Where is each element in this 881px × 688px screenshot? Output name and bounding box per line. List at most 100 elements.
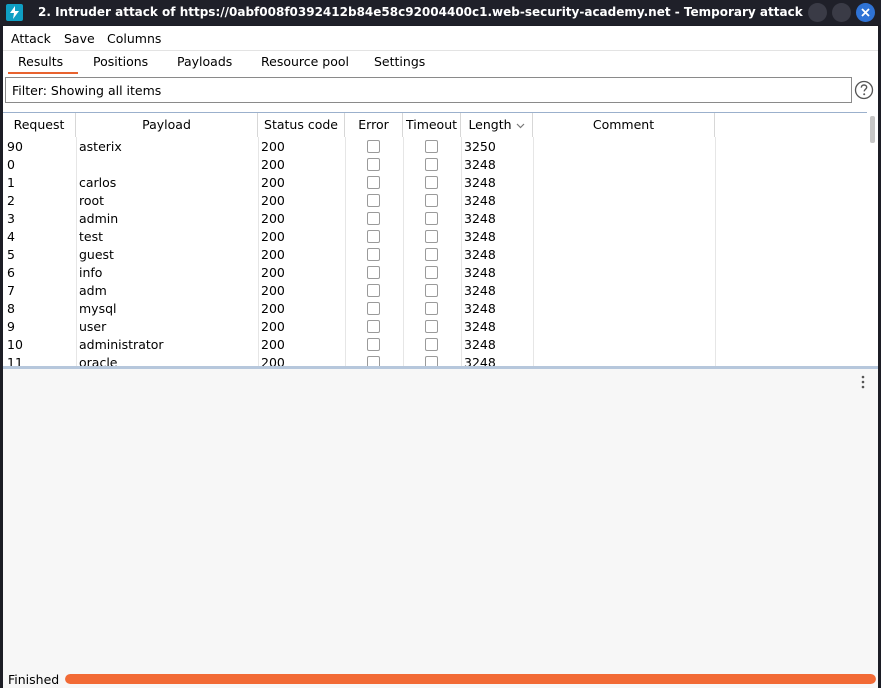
error-checkbox (367, 284, 380, 297)
cell-request: 11 (7, 355, 23, 366)
menu-attack[interactable]: Attack (11, 31, 51, 46)
cell-length: 3248 (464, 175, 496, 190)
cell-payload: test (79, 229, 104, 244)
error-checkbox (367, 176, 380, 189)
column-header-error[interactable]: Error (345, 113, 403, 137)
table-row[interactable]: 4 test 200 3248 (3, 227, 867, 245)
active-tab-indicator (8, 72, 78, 74)
cell-payload: adm (79, 283, 107, 298)
column-header-length[interactable]: Length (461, 113, 533, 137)
cell-payload: administrator (79, 337, 164, 352)
menu-columns[interactable]: Columns (107, 31, 161, 46)
cell-length: 3248 (464, 157, 496, 172)
close-button[interactable] (856, 3, 875, 22)
cell-length: 3248 (464, 247, 496, 262)
filter-label: Filter: Showing all items (12, 83, 162, 98)
timeout-checkbox (425, 194, 438, 207)
table-row[interactable]: 5 guest 200 3248 (3, 245, 867, 263)
table-row[interactable]: 1 carlos 200 3248 (3, 173, 867, 191)
column-header-comment[interactable]: Comment (533, 113, 715, 137)
cell-status-code: 200 (261, 337, 285, 352)
cell-length: 3248 (464, 355, 496, 366)
column-header-status-code[interactable]: Status code (258, 113, 345, 137)
cell-request: 0 (7, 157, 15, 172)
tab-results[interactable]: Results (18, 54, 63, 69)
error-checkbox (367, 356, 380, 366)
error-checkbox (367, 194, 380, 207)
cell-payload: carlos (79, 175, 117, 190)
cell-payload: info (79, 265, 103, 280)
maximize-button[interactable] (832, 3, 851, 22)
cell-status-code: 200 (261, 283, 285, 298)
intruder-attack-window: Attack Save Columns Results Positions Pa… (3, 26, 878, 688)
status-bar: Finished (3, 672, 878, 688)
table-row[interactable]: 90 asterix 200 3250 (3, 137, 867, 155)
sort-descending-icon (516, 123, 524, 128)
table-header: Request Payload Status code Error Timeou… (3, 113, 867, 137)
scrollbar-thumb[interactable] (870, 116, 875, 143)
help-icon[interactable] (854, 80, 874, 100)
cell-length: 3248 (464, 283, 496, 298)
cell-status-code: 200 (261, 319, 285, 334)
menu-save[interactable]: Save (64, 31, 95, 46)
cell-payload: mysql (79, 301, 117, 316)
cell-request: 2 (7, 193, 15, 208)
table-scrollbar[interactable] (867, 112, 878, 366)
filter-bar[interactable]: Filter: Showing all items (5, 77, 852, 103)
results-table: Request Payload Status code Error Timeou… (3, 112, 878, 366)
table-row[interactable]: 8 mysql 200 3248 (3, 299, 867, 317)
cell-status-code: 200 (261, 175, 285, 190)
window-title: 2. Intruder attack of https://0abf008f03… (38, 5, 804, 19)
progress-bar (65, 674, 876, 684)
cell-request: 1 (7, 175, 15, 190)
cell-status-code: 200 (261, 355, 285, 366)
column-header-length-label: Length (468, 117, 512, 132)
cell-status-code: 200 (261, 265, 285, 280)
timeout-checkbox (425, 302, 438, 315)
more-options-icon[interactable] (860, 375, 866, 389)
timeout-checkbox (425, 320, 438, 333)
table-row[interactable]: 10 administrator 200 3248 (3, 335, 867, 353)
cell-request: 9 (7, 319, 15, 334)
cell-length: 3250 (464, 139, 496, 154)
cell-status-code: 200 (261, 139, 285, 154)
error-checkbox (367, 320, 380, 333)
tab-payloads[interactable]: Payloads (177, 54, 232, 69)
error-checkbox (367, 338, 380, 351)
timeout-checkbox (425, 266, 438, 279)
column-header-timeout[interactable]: Timeout (403, 113, 461, 137)
cell-request: 90 (7, 139, 23, 154)
cell-status-code: 200 (261, 211, 285, 226)
column-header-request[interactable]: Request (3, 113, 76, 137)
timeout-checkbox (425, 338, 438, 351)
error-checkbox (367, 266, 380, 279)
tab-resource-pool[interactable]: Resource pool (261, 54, 349, 69)
cell-length: 3248 (464, 265, 496, 280)
table-row[interactable]: 9 user 200 3248 (3, 317, 867, 335)
timeout-checkbox (425, 356, 438, 366)
burp-app-icon (6, 4, 23, 21)
table-row[interactable]: 0 200 3248 (3, 155, 867, 173)
cell-status-code: 200 (261, 247, 285, 262)
cell-request: 5 (7, 247, 15, 262)
table-row[interactable]: 2 root 200 3248 (3, 191, 867, 209)
cell-request: 8 (7, 301, 15, 316)
tab-positions[interactable]: Positions (93, 54, 148, 69)
progress-fill (65, 674, 876, 684)
minimize-button[interactable] (808, 3, 827, 22)
column-header-payload[interactable]: Payload (76, 113, 258, 137)
tab-settings[interactable]: Settings (374, 54, 425, 69)
timeout-checkbox (425, 158, 438, 171)
timeout-checkbox (425, 248, 438, 261)
cell-request: 6 (7, 265, 15, 280)
cell-payload: admin (79, 211, 119, 226)
table-row[interactable]: 3 admin 200 3248 (3, 209, 867, 227)
table-row[interactable]: 6 info 200 3248 (3, 263, 867, 281)
cell-length: 3248 (464, 193, 496, 208)
error-checkbox (367, 302, 380, 315)
table-row[interactable]: 7 adm 200 3248 (3, 281, 867, 299)
table-row[interactable]: 11 oracle 200 3248 (3, 353, 867, 366)
error-checkbox (367, 230, 380, 243)
cell-status-code: 200 (261, 301, 285, 316)
timeout-checkbox (425, 284, 438, 297)
